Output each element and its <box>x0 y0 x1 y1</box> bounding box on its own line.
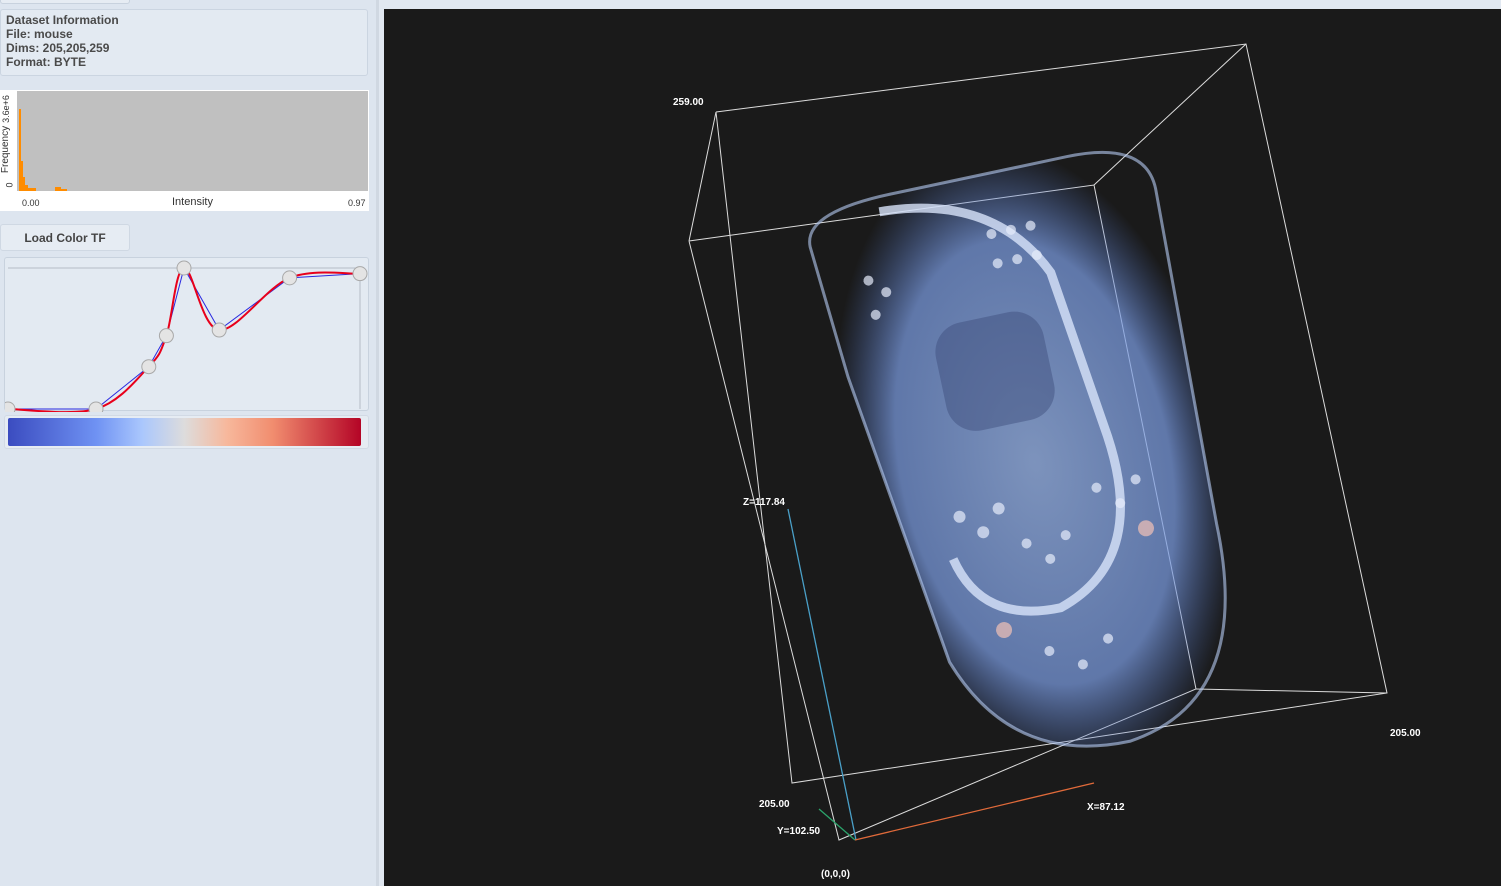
dataset-info-panel: Dataset Information File: mouse Dims: 20… <box>0 9 368 76</box>
histogram-y-zero-tick: 0 <box>4 182 15 188</box>
tf-control-point[interactable] <box>141 359 157 375</box>
volume-viewport[interactable]: 259.00 Z=117.84 205.00 Y=102.50 X=87.12 … <box>384 9 1501 886</box>
histogram-y-label: Frequency <box>0 125 12 174</box>
label-x-axis: X=87.12 <box>1087 802 1125 813</box>
tf-curve <box>7 267 361 414</box>
panel-divider[interactable] <box>376 0 379 886</box>
x-axis-line <box>854 782 1095 841</box>
tf-control-point[interactable] <box>211 322 227 338</box>
label-origin: (0,0,0) <box>821 869 850 880</box>
volume-render <box>688 43 1388 841</box>
tf-control-point[interactable] <box>352 266 368 282</box>
label-y-axis: Y=102.50 <box>777 826 821 837</box>
label-z-axis: Z=117.84 <box>743 497 785 508</box>
y-axis-line <box>818 808 856 841</box>
sidebar: Dataset Information File: mouse Dims: 20… <box>0 0 376 886</box>
colormap-panel <box>4 415 369 449</box>
label-top: 259.00 <box>673 97 704 108</box>
load-color-tf-button[interactable]: Load Color TF <box>0 224 130 251</box>
histogram-bars <box>19 109 67 191</box>
histogram-x-min: 0.00 <box>22 198 40 208</box>
tf-control-polygon <box>8 266 361 410</box>
histogram-y-top-tick: 3.6e+6 <box>0 95 11 123</box>
dataset-info-heading: Dataset Information <box>6 13 119 27</box>
tf-control-point[interactable] <box>88 401 104 417</box>
histogram-plot[interactable] <box>17 91 368 191</box>
transfer-function-canvas[interactable] <box>0 258 370 417</box>
histogram-x-max: 0.97 <box>348 198 366 208</box>
dataset-format: Format: BYTE <box>6 55 87 69</box>
colormap-bar <box>8 418 361 446</box>
label-y-far: 205.00 <box>759 799 790 810</box>
histogram-x-label: Intensity <box>172 196 213 208</box>
dataset-dims: Dims: 205,205,259 <box>6 41 110 55</box>
tf-control-point[interactable] <box>282 270 298 286</box>
tf-frame <box>8 267 361 409</box>
mouse-volume <box>808 150 1227 748</box>
histogram-panel: Frequency 3.6e+6 0 0.00 Intensity 0.97 <box>0 90 369 211</box>
tf-control-point[interactable] <box>0 401 16 417</box>
dataset-file: File: mouse <box>6 27 73 41</box>
transfer-function-editor[interactable] <box>0 257 370 417</box>
label-x-far: 205.00 <box>1390 728 1421 739</box>
tf-control-point[interactable] <box>158 328 174 344</box>
panel-tab[interactable] <box>0 0 130 4</box>
z-axis-line <box>787 508 857 841</box>
tf-control-point[interactable] <box>176 260 192 276</box>
